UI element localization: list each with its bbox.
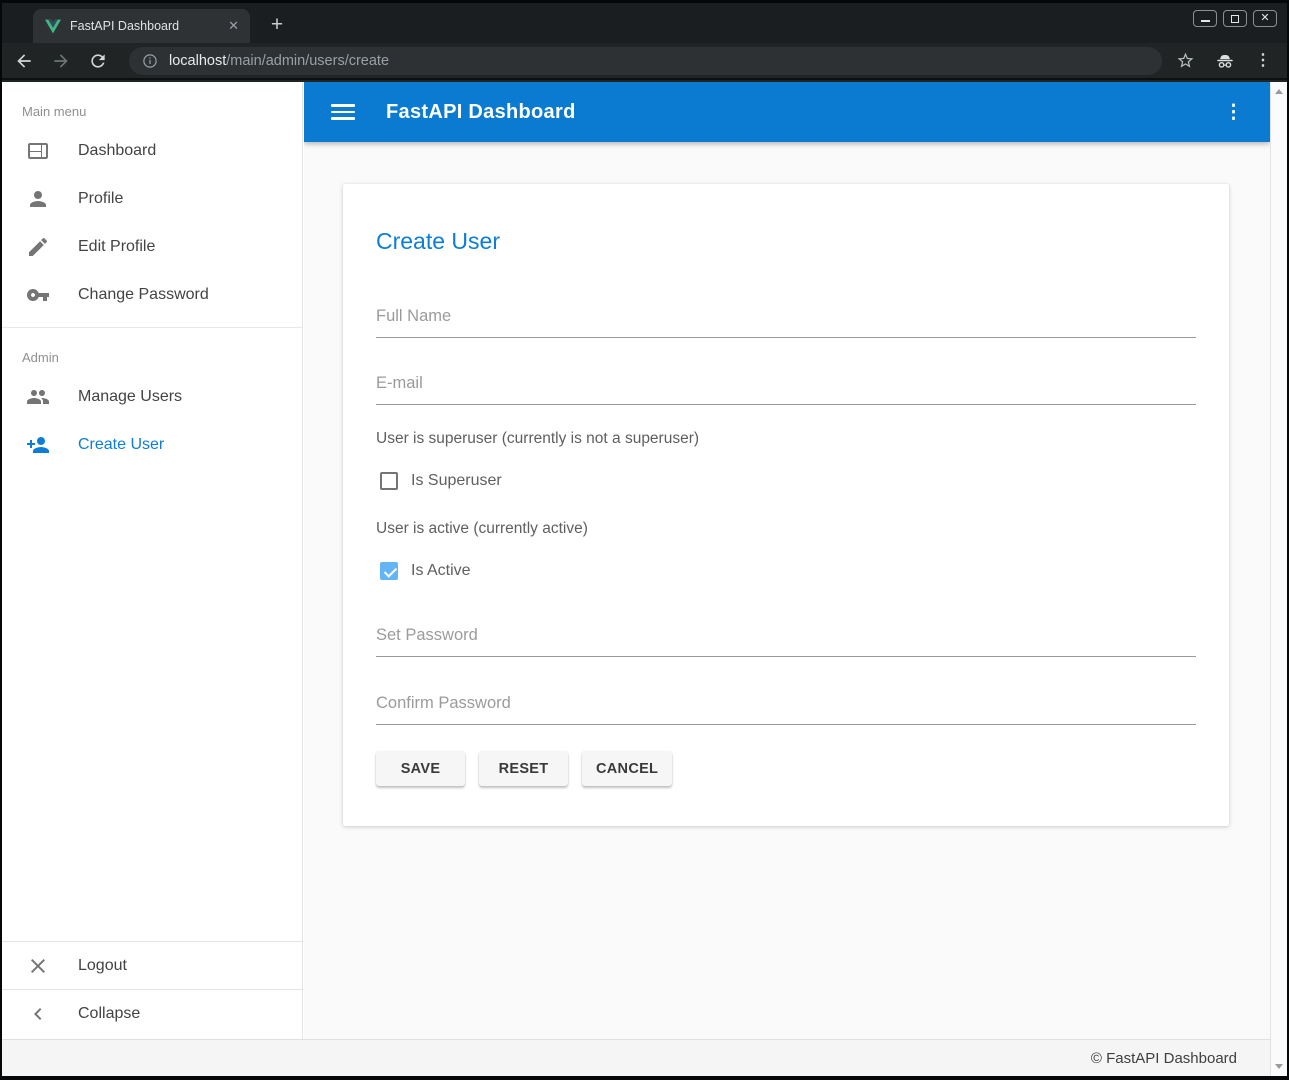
incognito-icon	[1214, 50, 1236, 72]
window-controls: ✕	[1193, 10, 1277, 27]
browser-tab[interactable]: FastAPI Dashboard ✕	[33, 9, 250, 43]
sidebar-item-label: Edit Profile	[78, 238, 155, 256]
confirm-password-input[interactable]	[376, 694, 1196, 725]
reload-icon[interactable]	[88, 51, 108, 71]
sidebar-item-label: Profile	[78, 190, 123, 208]
set-password-field-wrap	[376, 626, 1196, 657]
superuser-checkbox[interactable]	[380, 472, 398, 490]
url-bar[interactable]: localhost/main/admin/users/create	[129, 47, 1162, 75]
people-icon	[26, 385, 50, 409]
main-area: FastAPI Dashboard ⋮ Create User User is …	[304, 82, 1270, 1039]
minimize-button[interactable]	[1193, 10, 1217, 27]
sidebar-item-profile[interactable]: Profile	[2, 175, 302, 223]
sidebar-item-label: Manage Users	[78, 388, 182, 406]
superuser-checkbox-label: Is Superuser	[411, 472, 502, 490]
superuser-hint: User is superuser (currently is not a su…	[376, 429, 1196, 449]
person-icon	[26, 187, 50, 211]
forward-icon[interactable]	[51, 51, 71, 71]
scrollbar-up-arrow-icon[interactable]	[1275, 89, 1283, 94]
sidebar: Main menu Dashboard Profile Edit Profile…	[2, 82, 303, 1039]
vue-favicon-icon	[45, 19, 61, 34]
back-icon[interactable]	[14, 51, 34, 71]
sidebar-item-label: Logout	[78, 957, 127, 975]
sidebar-bottom: Logout Collapse	[2, 941, 302, 1037]
hamburger-menu-icon[interactable]	[331, 104, 355, 120]
sidebar-item-dashboard[interactable]: Dashboard	[2, 127, 302, 175]
form-buttons: SAVE RESET CANCEL	[376, 751, 1196, 786]
url-path: /main/admin/users/create	[226, 53, 389, 69]
app-bar: FastAPI Dashboard ⋮	[304, 82, 1270, 142]
sidebar-item-label: Dashboard	[78, 142, 156, 160]
sidebar-section-label: Admin	[22, 350, 302, 365]
full-name-input[interactable]	[376, 307, 1196, 338]
dashboard-icon	[26, 139, 50, 163]
cancel-button[interactable]: CANCEL	[582, 751, 672, 786]
full-name-field-wrap	[376, 307, 1196, 338]
chevron-left-icon	[26, 1002, 50, 1026]
site-info-icon[interactable]	[142, 53, 158, 69]
appbar-menu-icon[interactable]: ⋮	[1224, 101, 1243, 124]
sidebar-section-label: Main menu	[22, 104, 302, 119]
sidebar-item-create-user[interactable]: Create User	[2, 421, 302, 469]
sidebar-item-label: Create User	[78, 436, 164, 454]
footer-copyright: © FastAPI Dashboard	[1091, 1050, 1237, 1067]
appbar-title: FastAPI Dashboard	[386, 101, 576, 124]
reset-button[interactable]: RESET	[479, 751, 568, 786]
key-icon	[26, 283, 50, 307]
sidebar-item-collapse[interactable]: Collapse	[2, 989, 302, 1037]
pencil-icon	[26, 235, 50, 259]
active-checkbox-label: Is Active	[411, 562, 471, 580]
close-icon	[26, 954, 50, 978]
superuser-checkbox-row[interactable]: Is Superuser	[380, 471, 1196, 491]
sidebar-divider	[2, 327, 302, 328]
browser-toolbar: localhost/main/admin/users/create ⋮	[2, 43, 1287, 80]
page-content: Main menu Dashboard Profile Edit Profile…	[2, 82, 1287, 1076]
footer: © FastAPI Dashboard	[2, 1039, 1270, 1076]
scrollbar-down-arrow-icon[interactable]	[1275, 1064, 1283, 1069]
close-window-button[interactable]: ✕	[1253, 10, 1277, 27]
sidebar-item-edit-profile[interactable]: Edit Profile	[2, 223, 302, 271]
toolbar-right: ⋮	[1176, 50, 1271, 72]
create-user-card: Create User User is superuser (currently…	[343, 184, 1229, 826]
browser-menu-icon[interactable]: ⋮	[1255, 53, 1271, 69]
sidebar-item-logout[interactable]: Logout	[2, 941, 302, 989]
page-scrollbar[interactable]	[1270, 82, 1287, 1076]
sidebar-item-manage-users[interactable]: Manage Users	[2, 373, 302, 421]
bookmark-star-icon[interactable]	[1176, 51, 1195, 70]
tab-title: FastAPI Dashboard	[70, 19, 226, 33]
email-input[interactable]	[376, 374, 1196, 405]
sidebar-item-change-password[interactable]: Change Password	[2, 271, 302, 319]
sidebar-item-label: Change Password	[78, 286, 209, 304]
tab-close-icon[interactable]: ✕	[226, 18, 241, 34]
browser-window: FastAPI Dashboard ✕ + ✕ localhost/main/a…	[2, 3, 1287, 1076]
active-hint: User is active (currently active)	[376, 519, 1196, 539]
set-password-input[interactable]	[376, 626, 1196, 657]
email-field-wrap	[376, 374, 1196, 405]
person-add-icon	[26, 433, 50, 457]
tab-strip: FastAPI Dashboard ✕ + ✕	[2, 3, 1287, 43]
active-checkbox[interactable]	[380, 562, 398, 580]
new-tab-button[interactable]: +	[264, 12, 290, 38]
confirm-password-field-wrap	[376, 694, 1196, 725]
url-text: localhost/main/admin/users/create	[169, 53, 389, 69]
save-button[interactable]: SAVE	[376, 751, 465, 786]
maximize-button[interactable]	[1223, 10, 1247, 27]
active-checkbox-row[interactable]: Is Active	[380, 561, 1196, 581]
page-title: Create User	[376, 184, 1196, 255]
url-host: localhost	[169, 53, 226, 69]
sidebar-item-label: Collapse	[78, 1005, 140, 1023]
